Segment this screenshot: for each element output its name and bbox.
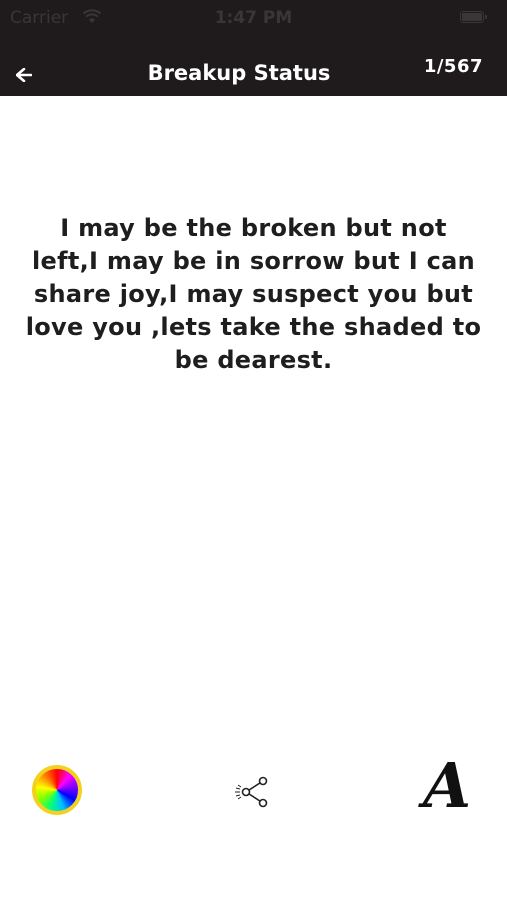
nav-bar: Breakup Status 1/567 (0, 52, 507, 96)
status-time: 1:47 PM (214, 8, 293, 28)
top-bar: Carrier 1:47 PM Breakup Status 1/567 (0, 0, 507, 96)
page-counter: 1/567 (423, 56, 483, 77)
share-icon (235, 776, 268, 808)
status-quote-text: I may be the broken but not left,I may b… (25, 214, 482, 374)
page-title: Breakup Status (147, 61, 331, 85)
font-button[interactable]: A (418, 754, 476, 818)
color-wheel-button[interactable] (32, 765, 82, 815)
status-bar: Carrier 1:47 PM (0, 0, 507, 36)
battery-icon (460, 11, 487, 23)
bottom-toolbar: A (0, 754, 507, 824)
share-button[interactable] (234, 772, 274, 812)
